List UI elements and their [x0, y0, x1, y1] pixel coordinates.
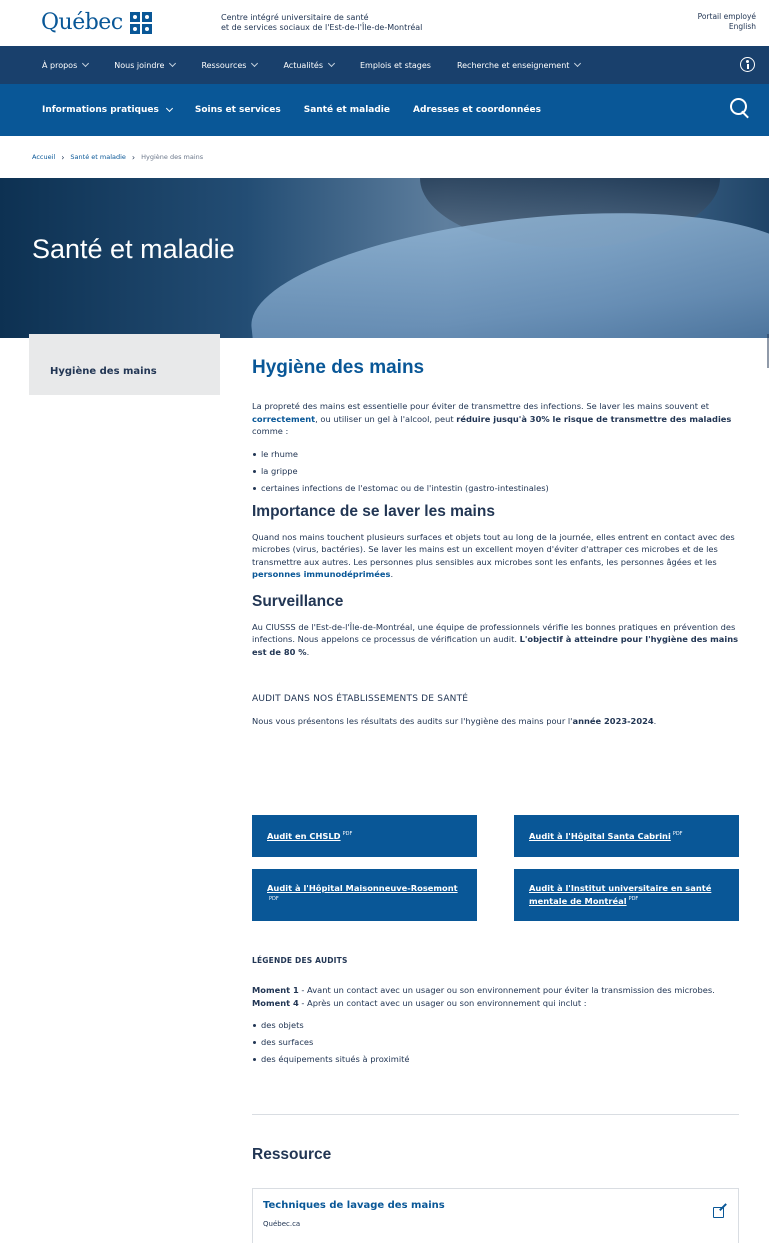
external-link-icon[interactable] — [713, 1207, 724, 1218]
breadcrumb: Accueil › Santé et maladie › Hygiène des… — [0, 136, 769, 178]
accessibility-icon[interactable] — [740, 57, 755, 72]
breadcrumb-sante[interactable]: Santé et maladie — [70, 153, 126, 161]
breadcrumb-home[interactable]: Accueil — [32, 153, 55, 161]
nav-item-recherche[interactable]: Recherche et enseignement — [457, 59, 582, 70]
site-header: Québec Centre intégré universitaire de s… — [0, 0, 769, 46]
list-item: des objets — [252, 1017, 740, 1034]
list-item: des surfaces — [252, 1034, 740, 1051]
resource-source: Québec.ca — [263, 1220, 301, 1228]
resource-title-link[interactable]: Techniques de lavage des mains — [263, 1200, 728, 1211]
main-content: Hygiène des mains La propreté des mains … — [252, 357, 740, 728]
page-title: Hygiène des mains — [252, 357, 425, 378]
audit-legend: LÉGENDE DES AUDITS Moment 1 - Avant un c… — [252, 956, 740, 1068]
intro-paragraph: La propreté des mains est essentielle po… — [252, 401, 732, 436]
sidebar-item-label: Hygiène des mains — [50, 366, 157, 377]
audit-intro: Nous vous présentons les résultats des a… — [252, 716, 657, 726]
surveillance-paragraph: Au CIUSSS de l'Est-de-l'Île-de-Montréal,… — [252, 621, 739, 657]
nav-item-informations-pratiques[interactable]: Informations pratiques — [42, 104, 173, 115]
chevron-down-icon — [165, 104, 173, 113]
immunodeprimees-link[interactable]: personnes immunodéprimées — [252, 569, 391, 579]
list-item: la grippe — [252, 463, 740, 480]
illness-list: le rhume la grippe certaines infections … — [252, 446, 740, 497]
nav-item-adresses[interactable]: Adresses et coordonnées — [413, 105, 541, 115]
list-item: le rhume — [252, 446, 740, 463]
surveillance-heading: Surveillance — [252, 592, 344, 610]
utility-links: Portail employé English — [698, 12, 756, 32]
nav-item-emplois[interactable]: Emplois et stages — [360, 61, 431, 70]
nav-item-a-propos[interactable]: À propos — [42, 59, 90, 70]
pdf-tag: PDF — [269, 896, 279, 902]
legend-moment-1: Moment 1 - Avant un contact avec un usag… — [252, 985, 715, 995]
chevron-down-icon — [82, 59, 90, 68]
list-item: des équipements situés à proximité — [252, 1051, 740, 1068]
audit-heading: AUDIT DANS NOS ÉTABLISSEMENTS DE SANTÉ — [252, 694, 469, 704]
nav-item-actualites[interactable]: Actualités — [283, 59, 336, 70]
nav-item-soins-services[interactable]: Soins et services — [195, 105, 281, 115]
nav-item-ressources[interactable]: Ressources — [201, 59, 259, 70]
section-divider — [252, 1114, 739, 1115]
audit-chsld-button[interactable]: Audit en CHSLD PDF — [252, 815, 477, 857]
audit-maisonneuve-button[interactable]: Audit à l'Hôpital Maisonneuve-RosemontPD… — [252, 869, 477, 921]
breadcrumb-separator: › — [131, 152, 136, 162]
audit-santa-cabrini-button[interactable]: Audit à l'Hôpital Santa Cabrini PDF — [514, 815, 739, 857]
chevron-down-icon — [327, 59, 336, 68]
sidebar-item-hygiene[interactable]: Hygiène des mains — [29, 334, 220, 395]
audit-iusmm-button[interactable]: Audit à l'Institut universitaire en sant… — [514, 869, 739, 921]
nav-item-nous-joindre[interactable]: Nous joindre — [114, 59, 177, 70]
pdf-tag: PDF — [672, 831, 683, 837]
chevron-down-icon — [574, 59, 582, 68]
pdf-tag: PDF — [628, 896, 639, 902]
importance-paragraph: Quand nos mains touchent plusieurs surfa… — [252, 531, 735, 580]
secondary-nav: Informations pratiques Soins et services… — [0, 84, 769, 136]
pdf-tag: PDF — [342, 831, 353, 837]
list-item: certaines infections de l'estomac ou de … — [252, 480, 740, 497]
correctement-link[interactable]: correctement — [252, 414, 315, 424]
quebec-logo[interactable]: Québec — [41, 10, 152, 35]
nav-item-sante-maladie[interactable]: Santé et maladie — [304, 105, 390, 115]
importance-heading: Importance de se laver les mains — [252, 502, 495, 520]
legend-list: des objets des surfaces des équipements … — [252, 1017, 740, 1068]
chevron-down-icon — [169, 59, 177, 68]
breadcrumb-separator: › — [61, 152, 65, 162]
resource-card[interactable]: Techniques de lavage des mains Québec.ca — [252, 1188, 739, 1243]
hero-title: Santé et maladie — [32, 234, 235, 264]
org-name: Centre intégré universitaire de santé et… — [221, 13, 423, 32]
logo-wordmark: Québec — [41, 10, 123, 35]
legend-moment-4: Moment 4 - Après un contact avec un usag… — [252, 997, 587, 1008]
fleur-de-lis-icon — [129, 11, 152, 34]
hero-banner: Santé et maladie — [0, 178, 769, 338]
chevron-down-icon — [251, 59, 259, 68]
english-link[interactable]: English — [698, 22, 756, 32]
legend-heading: LÉGENDE DES AUDITS — [252, 956, 348, 965]
employee-portal-link[interactable]: Portail employé — [698, 12, 756, 22]
resource-heading: Ressource — [252, 1146, 332, 1163]
primary-nav: À propos Nous joindre Ressources Actuali… — [0, 46, 769, 84]
search-icon[interactable] — [730, 98, 752, 120]
breadcrumb-current: Hygiène des mains — [141, 153, 204, 161]
